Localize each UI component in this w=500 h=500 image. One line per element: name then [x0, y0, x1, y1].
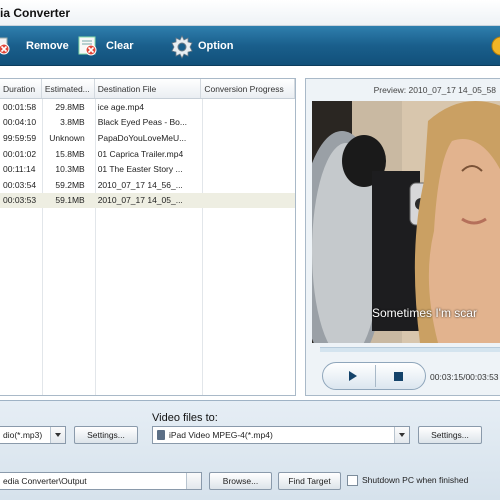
cell-destination: ice age.mp4: [97, 101, 145, 112]
stop-icon: [394, 372, 403, 381]
video-settings-button[interactable]: Settings...: [418, 426, 482, 444]
video-subtitle: Sometimes I'm scar: [372, 306, 477, 320]
file-list-header: Duration Estimated... Destination File C…: [0, 79, 295, 99]
chevron-down-icon: [186, 473, 201, 489]
cell-size: 59.2MB: [55, 179, 85, 190]
clear-icon: [78, 35, 100, 57]
option-label: Option: [198, 40, 234, 52]
remove-button[interactable]: Remove: [0, 34, 69, 58]
table-row[interactable]: 00:11:14 10.3MB 01 The Easter Story ...: [0, 161, 295, 177]
cell-duration: 00:04:10: [3, 117, 37, 128]
header-duration[interactable]: Duration: [0, 79, 42, 98]
clear-button[interactable]: Clear: [78, 34, 134, 58]
audio-format-select[interactable]: dio(*.mp3): [0, 426, 66, 444]
window-title: ia Converter: [0, 6, 71, 20]
cell-duration: 00:01:58: [3, 101, 37, 112]
shutdown-label: Shutdown PC when finished: [362, 475, 469, 485]
audio-format-value: dio(*.mp3): [3, 430, 43, 440]
table-row-selected[interactable]: 00:03:53 59.1MB 2010_07_17 14_05_...: [0, 192, 295, 209]
gear-icon: [170, 35, 193, 59]
file-list: Duration Estimated... Destination File C…: [0, 78, 296, 396]
file-list-body: 00:01:58 29.8MB ice age.mp4 00:04:10 3.8…: [0, 99, 295, 395]
cell-size: 10.3MB: [55, 164, 85, 175]
cell-duration: 99:59:59: [3, 132, 37, 143]
play-icon: [349, 371, 357, 381]
title-bar: ia Converter: [0, 0, 500, 26]
table-row[interactable]: 00:01:02 15.8MB 01 Caprica Trailer.mp4: [0, 146, 295, 162]
remove-icon: [0, 35, 20, 57]
cell-duration: 00:11:14: [3, 164, 36, 175]
cell-destination: PapaDoYouLoveMeU...: [97, 132, 187, 143]
output-settings: Video files to: dio(*.mp3) Settings... i…: [0, 400, 500, 500]
chevron-down-icon: [50, 427, 65, 443]
audio-settings-button[interactable]: Settings...: [74, 426, 138, 444]
header-estimated-size[interactable]: Estimated...: [42, 79, 95, 98]
video-files-to-label: Video files to:: [152, 412, 218, 424]
output-folder-value: edia Converter\Output: [3, 476, 87, 486]
cell-duration: 00:01:02: [3, 148, 37, 159]
shutdown-checkbox[interactable]: [347, 475, 358, 486]
cell-duration: 00:03:54: [3, 179, 37, 190]
find-target-button[interactable]: Find Target: [278, 472, 341, 490]
help-icon: [490, 35, 500, 57]
video-preview[interactable]: Sometimes I'm scar: [312, 101, 500, 343]
cell-size: 15.8MB: [55, 148, 85, 159]
playback-controls: [322, 362, 426, 390]
remove-label: Remove: [26, 40, 69, 52]
cell-destination: 2010_07_17 14_56_...: [97, 179, 183, 190]
preview-label: Preview: 2010_07_17 14_05_58: [373, 85, 496, 95]
chevron-down-icon: [394, 427, 409, 443]
play-button[interactable]: [335, 367, 373, 386]
table-row[interactable]: 00:03:54 59.2MB 2010_07_17 14_56_...: [0, 177, 295, 193]
toolbar: Remove Clear Option: [0, 26, 500, 66]
cell-destination: Black Eyed Peas - Bo...: [97, 117, 187, 128]
cell-size: 3.8MB: [60, 117, 85, 128]
option-button[interactable]: Option: [170, 34, 234, 59]
video-format-select[interactable]: iPad Video MPEG-4(*.mp4): [152, 426, 410, 444]
cell-size: 29.8MB: [55, 101, 85, 112]
table-row[interactable]: 00:04:10 3.8MB Black Eyed Peas - Bo...: [0, 115, 295, 131]
cell-destination: 2010_07_17 14_05_...: [97, 195, 183, 206]
help-button[interactable]: [490, 34, 500, 58]
playback-time: 00:03:15/00:03:53: [430, 372, 499, 382]
cell-duration: 00:03:53: [3, 195, 37, 206]
table-row[interactable]: 99:59:59 Unknown PapaDoYouLoveMeU...: [0, 130, 295, 146]
table-row[interactable]: 00:01:58 29.8MB ice age.mp4: [0, 99, 295, 115]
video-format-value: iPad Video MPEG-4(*.mp4): [169, 430, 273, 440]
ipad-icon: [157, 430, 165, 440]
stop-button[interactable]: [381, 367, 419, 386]
header-conversion-progress[interactable]: Conversion Progress: [201, 79, 295, 98]
clear-label: Clear: [106, 40, 134, 52]
output-folder-field[interactable]: edia Converter\Output: [0, 472, 202, 490]
browse-button[interactable]: Browse...: [209, 472, 272, 490]
header-destination-file[interactable]: Destination File: [95, 79, 202, 98]
cell-size: Unknown: [49, 132, 85, 143]
control-divider: [375, 365, 376, 387]
cell-destination: 01 The Easter Story ...: [97, 164, 183, 175]
seek-bar[interactable]: [320, 347, 500, 352]
preview-panel: Preview: 2010_07_17 14_05_58 Sometimes I…: [305, 78, 500, 396]
cell-destination: 01 Caprica Trailer.mp4: [97, 148, 184, 159]
cell-size: 59.1MB: [55, 195, 85, 206]
